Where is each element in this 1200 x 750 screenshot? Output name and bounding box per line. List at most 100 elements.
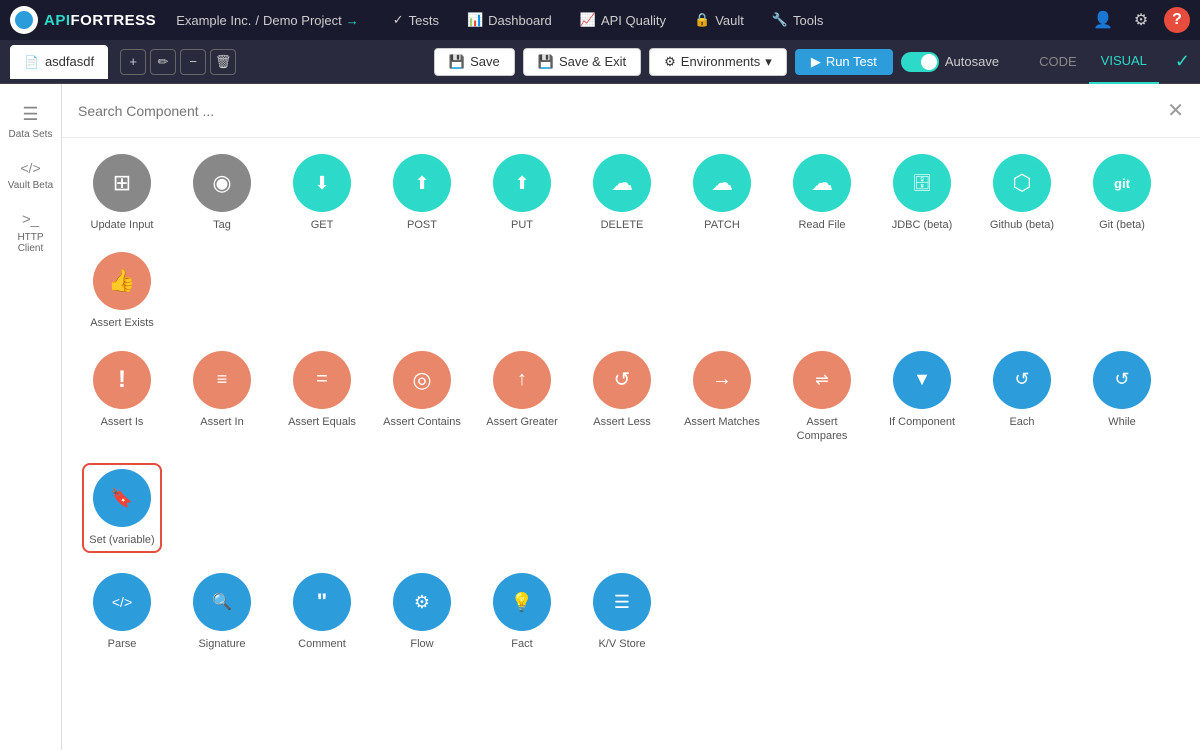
component-post[interactable]: ⬆ POST — [382, 154, 462, 232]
nav-icons: 👤 ⚙ ? — [1088, 5, 1190, 35]
add-tab-button[interactable]: + — [120, 49, 146, 75]
component-jdbc[interactable]: 🗄 JDBC (beta) — [882, 154, 962, 232]
git-icon: git — [1093, 154, 1151, 212]
component-each[interactable]: ↺ Each — [982, 351, 1062, 429]
edit-tab-button[interactable]: ✏ — [150, 49, 176, 75]
nav-tests[interactable]: ✓ Tests — [379, 0, 453, 40]
breadcrumb-project[interactable]: Demo Project — [263, 13, 342, 28]
update-input-icon: ⊞ — [93, 154, 151, 212]
read-file-icon: ☁ — [793, 154, 851, 212]
nav-dashboard[interactable]: 📊 Dashboard — [453, 0, 566, 40]
component-while[interactable]: ↺ While — [1082, 351, 1162, 429]
component-delete[interactable]: ☁ DELETE — [582, 154, 662, 232]
sidebar-item-label: Data Sets — [9, 129, 53, 140]
fact-icon: 💡 — [493, 573, 551, 631]
search-input[interactable] — [78, 103, 1167, 119]
file-tab[interactable]: 📄 asdfasdf — [10, 45, 108, 79]
sidebar-item-datasets[interactable]: ☰ Data Sets — [0, 94, 61, 150]
logo-icon — [10, 6, 38, 34]
component-get[interactable]: ⬇ GET — [282, 154, 362, 232]
tag-icon: ◉ — [193, 154, 251, 212]
each-icon: ↺ — [993, 351, 1051, 409]
component-row-1: ⊞ Update Input ◉ Tag ⬇ GET ⬆ POST ⬆ PU — [82, 154, 1180, 331]
component-assert-exists[interactable]: 👍 Assert Exists — [82, 252, 162, 330]
jdbc-icon: 🗄 — [893, 154, 951, 212]
sidebar-item-label: Vault Beta — [8, 180, 53, 191]
save-exit-button[interactable]: 💾 Save & Exit — [523, 48, 641, 76]
code-view-button[interactable]: CODE — [1027, 40, 1089, 84]
autosave-area: Autosave — [901, 52, 999, 72]
nav-links: ✓ Tests 📊 Dashboard 📈 API Quality 🔒 Vaul… — [379, 0, 1088, 40]
while-icon: ↺ — [1093, 351, 1151, 409]
sidebar-item-vault[interactable]: </> Vault Beta — [0, 150, 61, 201]
environments-button[interactable]: ⚙ Environments ▾ — [649, 48, 787, 76]
save-button[interactable]: 💾 Save — [434, 48, 515, 76]
component-patch[interactable]: ☁ PATCH — [682, 154, 762, 232]
signature-icon: 🔍 — [193, 573, 251, 631]
help-icon[interactable]: ? — [1164, 7, 1190, 33]
component-github[interactable]: ⬡ Github (beta) — [982, 154, 1062, 232]
get-icon: ⬇ — [293, 154, 351, 212]
component-set-variable[interactable]: 🔖 Set (variable) — [82, 463, 162, 553]
component-update-input[interactable]: ⊞ Update Input — [82, 154, 162, 232]
component-signature[interactable]: 🔍 Signature — [182, 573, 262, 651]
patch-icon: ☁ — [693, 154, 751, 212]
parse-icon: </> — [93, 573, 151, 631]
component-assert-greater[interactable]: ↑ Assert Greater — [482, 351, 562, 429]
env-icon: ⚙ — [664, 54, 676, 70]
component-flow[interactable]: ⚙ Flow — [382, 573, 462, 651]
nav-vault[interactable]: 🔒 Vault — [680, 0, 758, 40]
settings-icon[interactable]: ⚙ — [1126, 5, 1156, 35]
component-kv-store[interactable]: ☰ K/V Store — [582, 573, 662, 651]
component-assert-matches[interactable]: → Assert Matches — [682, 351, 762, 429]
nav-tools[interactable]: 🔧 Tools — [758, 0, 838, 40]
toggle-knob — [921, 54, 937, 70]
close-button[interactable]: ✕ — [1167, 98, 1184, 123]
post-icon: ⬆ — [393, 154, 451, 212]
datasets-icon: ☰ — [22, 104, 38, 125]
view-switch: CODE VISUAL — [1027, 40, 1159, 84]
breadcrumb-company[interactable]: Example Inc. — [176, 13, 251, 28]
component-parse[interactable]: </> Parse — [82, 573, 162, 651]
visual-view-button[interactable]: VISUAL — [1089, 40, 1159, 84]
sidebar-item-label: HTTP Client — [4, 232, 57, 254]
component-assert-less[interactable]: ↺ Assert Less — [582, 351, 662, 429]
breadcrumb: Example Inc. / Demo Project → — [176, 13, 359, 28]
minus-tab-button[interactable]: − — [180, 49, 206, 75]
component-read-file[interactable]: ☁ Read File — [782, 154, 862, 232]
delete-icon: ☁ — [593, 154, 651, 212]
app-title: APIFORTRESS — [44, 12, 156, 29]
assert-exists-icon: 👍 — [93, 252, 151, 310]
component-assert-contains[interactable]: ◎ Assert Contains — [382, 351, 462, 429]
assert-contains-icon: ◎ — [393, 351, 451, 409]
component-tag[interactable]: ◉ Tag — [182, 154, 262, 232]
tab-actions: + ✏ − 🗑 — [120, 49, 236, 75]
component-row-3: </> Parse 🔍 Signature " Comment ⚙ Flow 💡 — [82, 573, 1180, 651]
component-row-2: ! Assert Is ≡ Assert In = Assert Equals … — [82, 351, 1180, 554]
component-assert-in[interactable]: ≡ Assert In — [182, 351, 262, 429]
sidebar-item-http[interactable]: >_ HTTP Client — [0, 201, 61, 264]
assert-equals-icon: = — [293, 351, 351, 409]
vault-icon: </> — [20, 160, 40, 176]
component-put[interactable]: ⬆ PUT — [482, 154, 562, 232]
component-assert-equals[interactable]: = Assert Equals — [282, 351, 362, 429]
check-icon: ✓ — [1175, 51, 1190, 72]
top-nav: APIFORTRESS Example Inc. / Demo Project … — [0, 0, 1200, 40]
env-chevron-icon: ▾ — [765, 54, 772, 70]
delete-tab-button[interactable]: 🗑 — [210, 49, 236, 75]
autosave-toggle[interactable] — [901, 52, 939, 72]
component-git[interactable]: git Git (beta) — [1082, 154, 1162, 232]
component-assert-is[interactable]: ! Assert Is — [82, 351, 162, 429]
nav-api-quality[interactable]: 📈 API Quality — [566, 0, 680, 40]
save-icon: 💾 — [449, 54, 465, 70]
component-assert-compares[interactable]: ⇌ Assert Compares — [782, 351, 862, 444]
component-fact[interactable]: 💡 Fact — [482, 573, 562, 651]
component-if[interactable]: ▼ If Component — [882, 351, 962, 429]
assert-matches-icon: → — [693, 351, 751, 409]
autosave-label: Autosave — [945, 54, 999, 69]
component-comment[interactable]: " Comment — [282, 573, 362, 651]
assert-greater-icon: ↑ — [493, 351, 551, 409]
assert-less-icon: ↺ — [593, 351, 651, 409]
run-test-button[interactable]: ▶ Run Test — [795, 49, 893, 75]
user-icon[interactable]: 👤 — [1088, 5, 1118, 35]
